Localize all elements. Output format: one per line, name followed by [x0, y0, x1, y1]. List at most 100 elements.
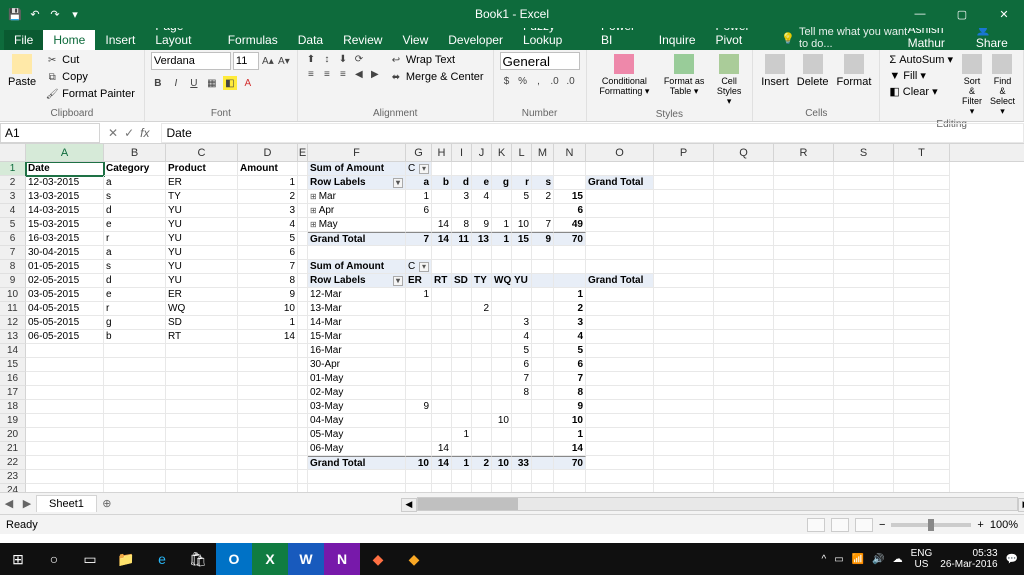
cell[interactable]	[452, 372, 472, 386]
cell[interactable]	[492, 344, 512, 358]
edge-icon[interactable]: e	[144, 543, 180, 575]
row-header[interactable]: 14	[0, 344, 26, 358]
cell[interactable]	[654, 400, 714, 414]
tab-developer[interactable]: Developer	[438, 30, 513, 50]
cell[interactable]	[532, 372, 554, 386]
cell[interactable]	[512, 484, 532, 492]
row-header[interactable]: 18	[0, 400, 26, 414]
paste-button[interactable]: Paste	[6, 52, 38, 102]
cell[interactable]	[406, 428, 432, 442]
cell[interactable]	[586, 162, 654, 176]
cell[interactable]	[298, 316, 308, 330]
zoom-level[interactable]: 100%	[990, 519, 1018, 531]
cell[interactable]	[432, 246, 452, 260]
cell[interactable]	[894, 358, 950, 372]
cell[interactable]: 10	[492, 414, 512, 428]
cell[interactable]	[714, 260, 774, 274]
cell[interactable]: 10	[554, 414, 586, 428]
cell[interactable]	[512, 246, 532, 260]
row-header[interactable]: 21	[0, 442, 26, 456]
zoom-slider[interactable]	[891, 523, 971, 527]
cell[interactable]: 3	[554, 316, 586, 330]
merge-center-button[interactable]: ⬌Merge & Center	[386, 69, 487, 85]
cell[interactable]	[166, 414, 238, 428]
cell[interactable]: s	[104, 260, 166, 274]
cell[interactable]	[406, 246, 432, 260]
cell[interactable]	[472, 316, 492, 330]
cell[interactable]	[714, 442, 774, 456]
cell[interactable]	[238, 442, 298, 456]
cell[interactable]	[432, 386, 452, 400]
cell[interactable]	[654, 316, 714, 330]
cell[interactable]: 01-May	[308, 372, 406, 386]
cell[interactable]	[432, 204, 452, 218]
cell[interactable]	[586, 470, 654, 484]
cell[interactable]	[774, 386, 834, 400]
cell[interactable]: 1	[406, 190, 432, 204]
cell[interactable]: Apr	[308, 204, 406, 218]
col-header-q[interactable]: Q	[714, 144, 774, 161]
cell[interactable]	[894, 246, 950, 260]
qat-more-icon[interactable]: ▾	[66, 5, 84, 23]
cell[interactable]	[532, 302, 554, 316]
cell[interactable]	[492, 484, 512, 492]
sheet-nav-prev[interactable]: ◀	[0, 497, 18, 510]
cell[interactable]: a	[104, 246, 166, 260]
formula-input[interactable]: Date	[161, 123, 1024, 143]
cell[interactable]	[834, 400, 894, 414]
cell[interactable]: 9	[238, 288, 298, 302]
cell[interactable]: 14	[432, 442, 452, 456]
row-header[interactable]: 5	[0, 218, 26, 232]
cell[interactable]	[894, 190, 950, 204]
cell[interactable]	[406, 386, 432, 400]
add-sheet-button[interactable]: ⊕	[97, 497, 117, 510]
cell[interactable]: 12-Mar	[308, 288, 406, 302]
cell[interactable]	[774, 246, 834, 260]
cell[interactable]	[774, 218, 834, 232]
format-as-table-button[interactable]: Format as Table ▾	[660, 52, 708, 109]
cell[interactable]: 1	[492, 232, 512, 246]
cell[interactable]	[834, 260, 894, 274]
cell[interactable]: 10	[492, 456, 512, 470]
cell[interactable]	[894, 470, 950, 484]
task-view-icon[interactable]: ▭	[72, 543, 108, 575]
cell[interactable]: 14	[432, 218, 452, 232]
cell[interactable]	[104, 470, 166, 484]
cell[interactable]: Row Labels▾	[308, 274, 406, 288]
cell[interactable]	[406, 218, 432, 232]
cell[interactable]: Mar	[308, 190, 406, 204]
cell[interactable]	[894, 176, 950, 190]
cell[interactable]	[654, 204, 714, 218]
cell[interactable]	[774, 162, 834, 176]
cell[interactable]	[586, 372, 654, 386]
cell[interactable]	[834, 372, 894, 386]
cell[interactable]: 9	[532, 232, 554, 246]
cell[interactable]: WQ	[492, 274, 512, 288]
cell[interactable]	[472, 204, 492, 218]
cell[interactable]: YU	[166, 218, 238, 232]
cell[interactable]: d	[452, 176, 472, 190]
cell[interactable]	[774, 442, 834, 456]
cell[interactable]	[532, 386, 554, 400]
tell-me[interactable]: 💡 Tell me what you want to do...	[781, 26, 907, 50]
cell[interactable]: 6	[238, 246, 298, 260]
cell[interactable]	[238, 428, 298, 442]
cell[interactable]	[894, 302, 950, 316]
cell[interactable]: 8	[452, 218, 472, 232]
cell[interactable]	[774, 232, 834, 246]
row-header[interactable]: 23	[0, 470, 26, 484]
cell[interactable]: 3	[512, 316, 532, 330]
close-button[interactable]: ✕	[984, 0, 1024, 28]
cell[interactable]	[432, 330, 452, 344]
cell[interactable]	[166, 344, 238, 358]
cell[interactable]: 13	[472, 232, 492, 246]
cell[interactable]	[654, 218, 714, 232]
row-header[interactable]: 12	[0, 316, 26, 330]
cell[interactable]	[774, 330, 834, 344]
cell[interactable]: b	[104, 330, 166, 344]
scrollbar-thumb[interactable]	[418, 498, 518, 510]
scroll-right-icon[interactable]: ▶	[1018, 498, 1024, 512]
cell[interactable]	[452, 470, 472, 484]
cell[interactable]: 15	[512, 232, 532, 246]
cell[interactable]	[104, 344, 166, 358]
